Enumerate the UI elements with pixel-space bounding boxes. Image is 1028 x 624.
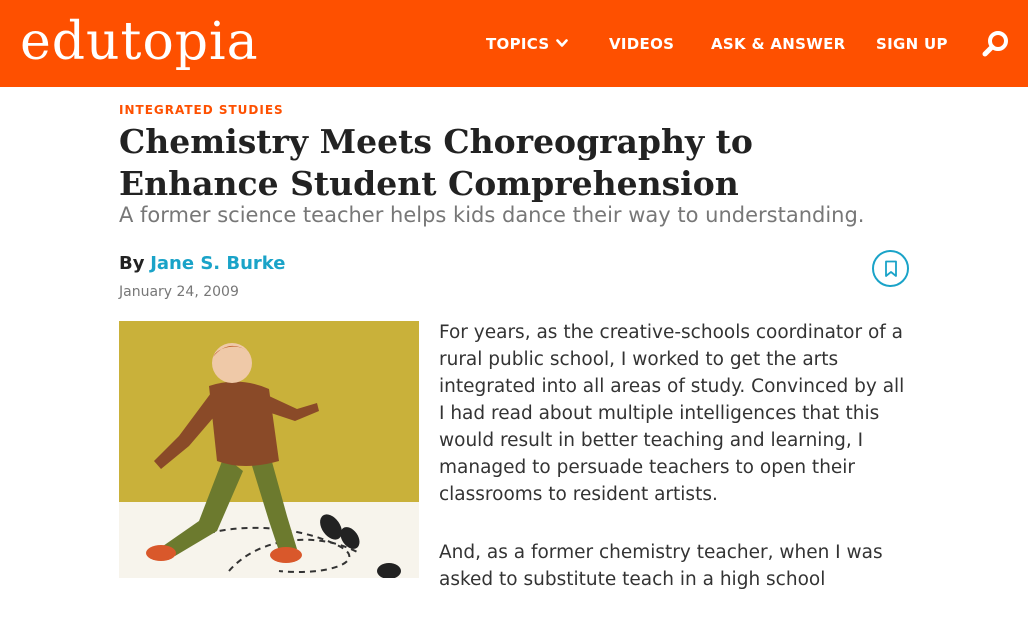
nav-sign-up[interactable]: SIGN UP [876,0,948,87]
nav-sign-up-label[interactable]: SIGN UP [876,35,948,53]
bookmark-button[interactable] [872,250,909,287]
bookmark-icon [884,260,897,277]
article-paragraph: And, as a former chemistry teacher, when… [439,542,883,590]
article-title: Chemistry Meets Choreography to Enhance … [119,122,753,203]
article-body: For years, as the creative-schools coord… [439,319,914,624]
article-paragraph: For years, as the creative-schools coord… [439,322,905,505]
nav-ask-answer-label[interactable]: ASK & ANSWER [711,35,845,53]
chevron-down-icon[interactable] [556,39,569,48]
byline-prefix: By [119,253,145,274]
nav-topics[interactable]: TOPICS [486,0,569,87]
site-header: edutopia TOPICS VIDEOS ASK & ANSWER SIGN… [0,0,1028,87]
article-hero-illustration [119,321,419,578]
nav-topics-label[interactable]: TOPICS [486,35,549,53]
byline: By Jane S. Burke [119,253,286,274]
article-category[interactable]: INTEGRATED STUDIES [119,103,284,117]
author-link[interactable]: Jane S. Burke [150,253,285,274]
publish-date: January 24, 2009 [119,284,239,300]
nav-videos-label[interactable]: VIDEOS [609,35,674,53]
nav-videos[interactable]: VIDEOS [609,0,674,87]
nav-ask-answer[interactable]: ASK & ANSWER [711,0,845,87]
edutopia-logo[interactable]: edutopia [20,10,259,74]
article-subtitle: A former science teacher helps kids danc… [119,203,865,227]
search-icon[interactable] [982,30,1010,58]
